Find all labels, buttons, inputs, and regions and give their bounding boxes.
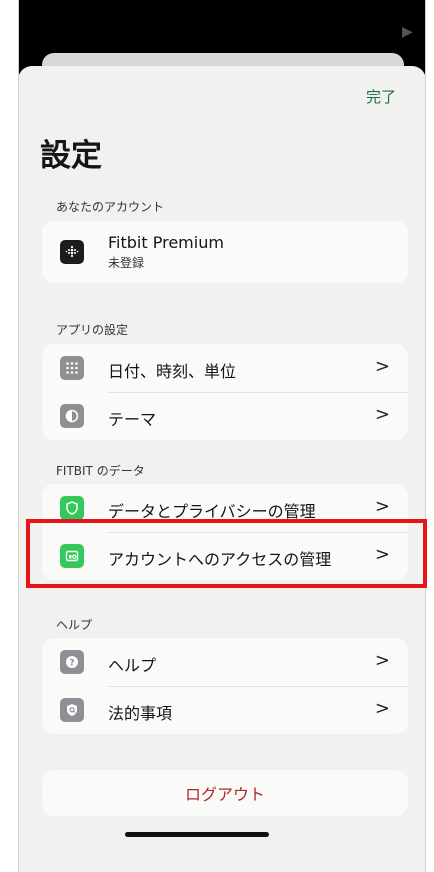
fitbit-premium-row[interactable]: Fitbit Premium 未登録: [42, 221, 408, 283]
fitbit-logo-icon: [60, 240, 84, 264]
phone-frame: ▶ 完了 設定 あなたのアカウント Fitbit Premium 未登録 アプリ…: [18, 0, 426, 872]
frame-border-right: [425, 0, 426, 872]
help-label: ヘルプ: [108, 656, 157, 675]
page-title: 設定: [40, 138, 102, 174]
account-subtitle: 未登録: [108, 256, 145, 270]
app-settings-card: 日付、時刻、単位 > テーマ >: [42, 344, 408, 440]
question-icon: ?: [60, 650, 84, 674]
legal-label: 法的事項: [108, 704, 173, 723]
help-card: ? ヘルプ > 法的事項 >: [42, 638, 408, 734]
access-icon: [60, 544, 84, 568]
done-button[interactable]: 完了: [366, 86, 396, 107]
frame-border-left: [18, 0, 19, 872]
chevron-right-icon: >: [374, 356, 390, 377]
account-card: Fitbit Premium 未登録: [42, 221, 408, 283]
fitbit-data-card: データとプライバシーの管理 > アカウントへのアクセスの管理 >: [42, 484, 408, 580]
logout-label: ログアウト: [184, 785, 265, 804]
legal-icon: [60, 698, 84, 722]
home-indicator: [125, 832, 269, 837]
data-privacy-row[interactable]: データとプライバシーの管理 >: [42, 484, 408, 532]
account-title: Fitbit Premium: [108, 233, 224, 252]
account-access-row[interactable]: アカウントへのアクセスの管理 >: [42, 532, 408, 580]
shield-icon: [60, 496, 84, 520]
theme-label: テーマ: [108, 410, 157, 429]
logout-button[interactable]: ログアウト: [42, 770, 408, 816]
section-header-fitbit-data: FITBIT のデータ: [56, 464, 145, 478]
half-circle-icon: [60, 404, 84, 428]
status-glyph: ▶: [402, 24, 413, 40]
account-access-label: アカウントへのアクセスの管理: [108, 550, 332, 569]
theme-row[interactable]: テーマ >: [42, 392, 408, 440]
section-header-account: あなたのアカウント: [56, 200, 165, 214]
svg-text:?: ?: [69, 659, 74, 669]
settings-sheet: 完了 設定 あなたのアカウント Fitbit Premium 未登録 アプリの設…: [18, 66, 426, 872]
chevron-right-icon: >: [374, 650, 390, 671]
date-time-units-label: 日付、時刻、単位: [108, 362, 237, 381]
chevron-right-icon: >: [374, 404, 390, 425]
chevron-right-icon: >: [374, 496, 390, 517]
section-header-help: ヘルプ: [56, 618, 93, 632]
help-row[interactable]: ? ヘルプ >: [42, 638, 408, 686]
chevron-right-icon: >: [374, 544, 390, 565]
date-time-units-row[interactable]: 日付、時刻、単位 >: [42, 344, 408, 392]
section-header-app-settings: アプリの設定: [56, 323, 129, 337]
chevron-right-icon: >: [374, 698, 390, 719]
legal-row[interactable]: 法的事項 >: [42, 686, 408, 734]
grid-icon: [60, 356, 84, 380]
data-privacy-label: データとプライバシーの管理: [108, 502, 316, 521]
